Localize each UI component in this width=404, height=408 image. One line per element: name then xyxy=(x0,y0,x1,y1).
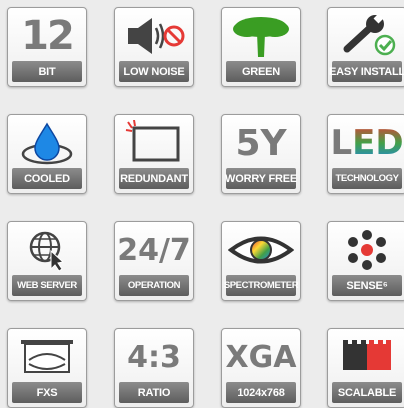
xga-icon: XGA xyxy=(225,339,297,375)
tile-label: REDUNDANT xyxy=(119,168,189,189)
eye-spectrum-icon xyxy=(226,225,296,275)
tile-label: FXS xyxy=(12,382,82,403)
redundant-screen-icon xyxy=(119,118,189,168)
tile-low-noise[interactable]: LOW NOISE xyxy=(114,7,194,87)
led-letter: D xyxy=(375,123,404,163)
tile-label: BIT xyxy=(12,61,82,82)
tile-sense[interactable]: SENSE⁶ xyxy=(327,221,404,301)
tile-operation[interactable]: 24/7 OPERATION xyxy=(114,221,194,301)
led-letter: E xyxy=(352,123,376,163)
five-year-icon: 5Y xyxy=(235,122,287,164)
tile-redundant[interactable]: REDUNDANT xyxy=(114,114,194,194)
tile-scalable[interactable]: SCALABLE xyxy=(327,328,404,408)
tile-led-technology[interactable]: LED TECHNOLOGY xyxy=(327,114,404,194)
tile-cooled[interactable]: COOLED xyxy=(7,114,87,194)
globe-cursor-icon xyxy=(12,225,82,275)
led-icon: LED xyxy=(330,118,404,168)
tile-12-bit[interactable]: 12 BIT xyxy=(7,7,87,87)
led-letter: L xyxy=(330,123,353,163)
tile-label: LOW NOISE xyxy=(119,61,189,82)
tile-label: 1024x768 xyxy=(226,382,296,403)
tile-xga[interactable]: XGA 1024x768 xyxy=(221,328,301,408)
tile-label: RATIO xyxy=(119,382,189,403)
tile-label: OPERATION xyxy=(119,275,189,296)
tile-label: SENSE⁶ xyxy=(332,275,402,296)
tree-icon xyxy=(226,11,296,61)
tile-fxs[interactable]: FXS xyxy=(7,328,87,408)
tile-label: SPECTROMETER xyxy=(224,275,299,296)
wrench-check-icon xyxy=(332,11,402,61)
12-bit-icon: 12 xyxy=(21,13,75,59)
tile-easy-install[interactable]: EASY INSTALL xyxy=(327,7,404,87)
tile-label: TECHNOLOGY xyxy=(332,168,402,189)
tile-label: SCALABLE xyxy=(332,382,402,403)
tile-label: WEB SERVER xyxy=(12,275,82,296)
aspect-ratio-icon: 4:3 xyxy=(127,339,181,375)
water-drop-icon xyxy=(12,118,82,168)
tile-spectrometer[interactable]: SPECTROMETER xyxy=(221,221,301,301)
tile-green[interactable]: GREEN xyxy=(221,7,301,87)
speaker-muted-icon xyxy=(119,11,189,61)
tile-label: COOLED xyxy=(12,168,82,189)
tile-label: WORRY FREE xyxy=(225,168,297,189)
tile-label: GREEN xyxy=(226,61,296,82)
fxs-screen-icon xyxy=(12,332,82,382)
sensor-cluster-icon xyxy=(332,225,402,275)
tile-web-server[interactable]: WEB SERVER xyxy=(7,221,87,301)
scalable-blocks-icon xyxy=(332,332,402,382)
tile-ratio[interactable]: 4:3 RATIO xyxy=(114,328,194,408)
24-7-icon: 24/7 xyxy=(117,232,191,268)
tile-label: EASY INSTALL xyxy=(329,61,404,82)
tile-worry-free[interactable]: 5Y WORRY FREE xyxy=(221,114,301,194)
